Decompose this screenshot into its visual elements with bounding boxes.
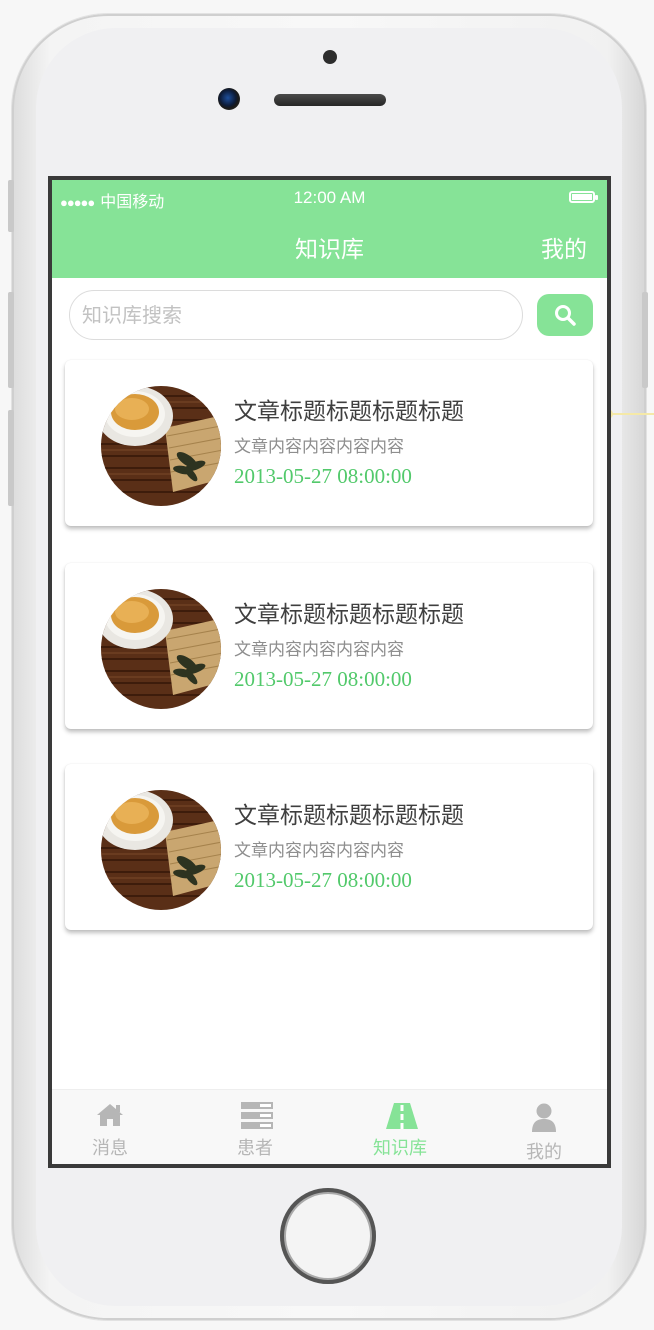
tab-mine[interactable]: 我的 [496, 1090, 592, 1164]
proximity-sensor [323, 50, 337, 64]
article-title: 文章标题标题标题标题 [234, 602, 464, 628]
article-summary: 文章内容内容内容内容 [234, 841, 404, 861]
tab-label: 患者 [237, 1138, 273, 1159]
battery-full-icon [569, 191, 598, 203]
power-button [642, 292, 648, 388]
user-icon [532, 1103, 556, 1132]
search-icon [555, 305, 576, 326]
earpiece-speaker [274, 94, 386, 106]
article-title: 文章标题标题标题标题 [234, 803, 464, 829]
article-thumbnail [101, 589, 221, 709]
nav-bar: 知识库 我的 [52, 216, 607, 278]
article-card[interactable]: 文章标题标题标题标题文章内容内容内容内容 2013-05-27 08:00:00 [65, 764, 593, 930]
article-thumbnail [101, 790, 221, 910]
tab-bar: 消息 患者 知识库 我的 [52, 1089, 607, 1164]
page-title: 知识库 [295, 237, 364, 263]
article-date: 2013-05-27 08:00:00 [234, 667, 412, 691]
article-card[interactable]: 文章标题标题标题标题文章内容内容内容内容 2013-05-27 08:00:00 [65, 563, 593, 729]
article-thumbnail [101, 386, 221, 506]
article-summary: 文章内容内容内容内容 [234, 640, 404, 660]
status-time: 12:00 AM [293, 188, 366, 207]
tab-label: 我的 [526, 1142, 562, 1163]
article-date: 2013-05-27 08:00:00 [234, 868, 412, 892]
article-summary: 文章内容内容内容内容 [234, 437, 404, 457]
volume-down-button [8, 410, 14, 506]
road-icon [386, 1103, 418, 1129]
tab-messages[interactable]: 消息 [62, 1090, 158, 1164]
tab-patients[interactable]: 患者 [207, 1090, 303, 1164]
home-button[interactable] [280, 1188, 376, 1284]
volume-up-button [8, 292, 14, 388]
tab-label: 知识库 [373, 1138, 427, 1159]
article-title: 文章标题标题标题标题 [234, 399, 464, 425]
app-screen: ●●●●●中国移动 12:00 AM 知识库 我的 文章标题标题标题标题文章内容… [48, 176, 611, 1168]
list-icon [241, 1102, 273, 1129]
front-camera [218, 88, 240, 110]
article-date: 2013-05-27 08:00:00 [234, 464, 412, 488]
search-button[interactable] [537, 294, 593, 336]
home-icon [97, 1104, 123, 1126]
search-input[interactable] [69, 290, 523, 340]
nav-mine-button[interactable]: 我的 [541, 230, 587, 264]
tab-label: 消息 [92, 1138, 128, 1159]
annotation-connector [608, 413, 654, 415]
article-card[interactable]: 文章标题标题标题标题文章内容内容内容内容 2013-05-27 08:00:00 [65, 360, 593, 526]
tab-knowledge-base[interactable]: 知识库 [352, 1090, 448, 1164]
mute-switch [8, 180, 14, 232]
status-bar: ●●●●● 中国移动 12:00 AM [52, 180, 607, 216]
